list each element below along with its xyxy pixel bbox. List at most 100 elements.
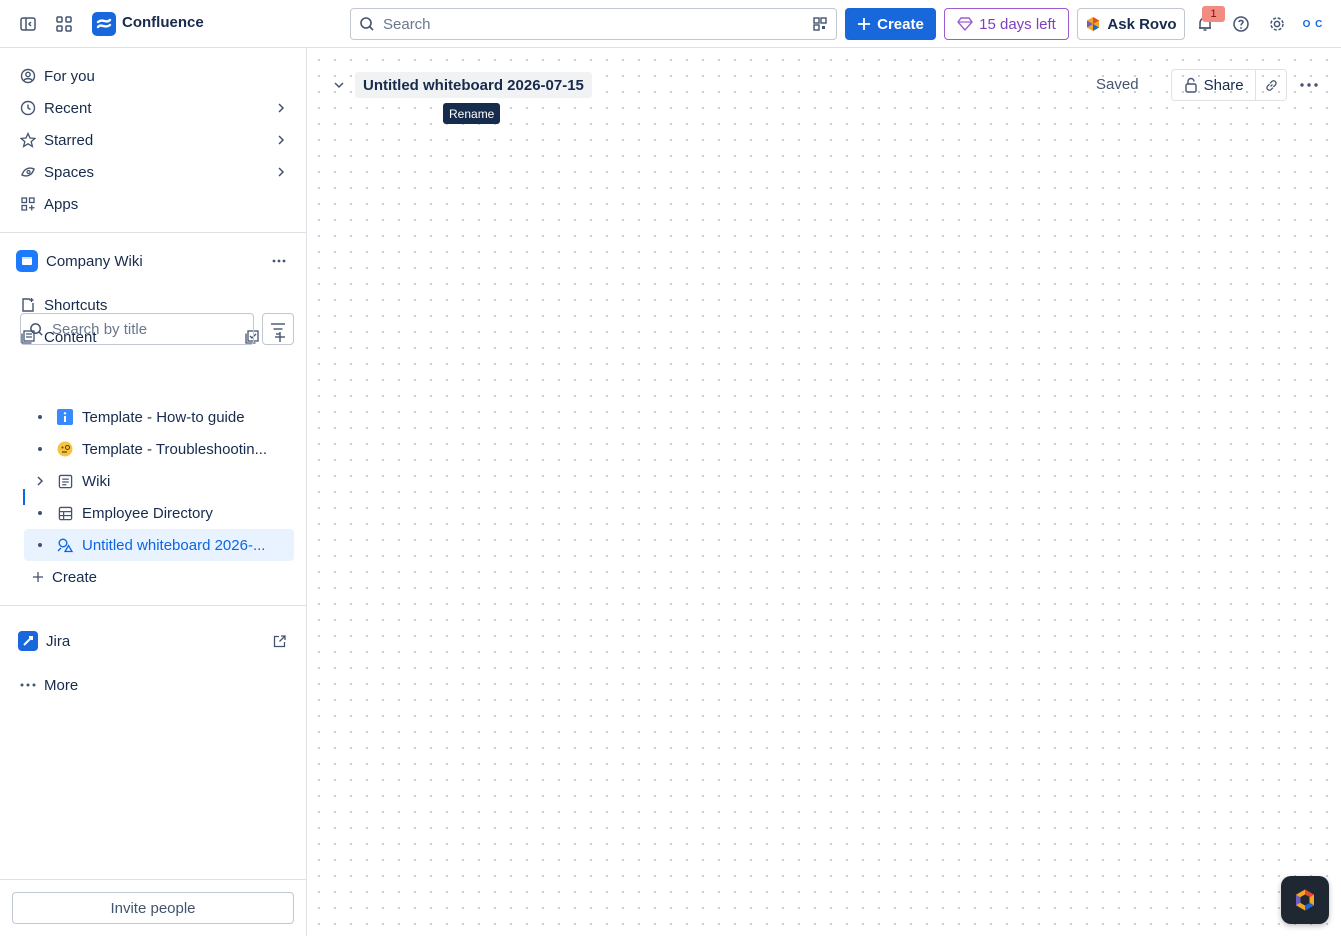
tree-item-employee-directory[interactable]: Employee Directory <box>24 497 294 529</box>
search-placeholder: Search <box>383 15 431 33</box>
sidebar-item-label: More <box>44 676 79 694</box>
tree-item-wiki[interactable]: Wiki <box>24 465 294 497</box>
share-group: Share <box>1171 69 1287 101</box>
sidebar-item-label: Recent <box>44 99 92 117</box>
bullet <box>38 543 42 547</box>
global-search-input[interactable]: Search <box>350 8 837 40</box>
chevron-right-icon[interactable] <box>276 166 286 178</box>
notification-badge: 1 <box>1202 6 1225 22</box>
sidebar-item-label: Shortcuts <box>44 296 108 314</box>
sidebar-item-more[interactable]: More <box>12 670 294 700</box>
user-circle-icon <box>20 68 36 84</box>
apps-icon <box>20 196 36 212</box>
rovo-label: Ask Rovo <box>1107 15 1177 33</box>
active-indicator <box>23 489 25 505</box>
search-icon <box>29 322 44 337</box>
star-icon <box>20 132 36 148</box>
share-label: Share <box>1203 76 1244 94</box>
sidebar-toggle-icon[interactable] <box>16 12 40 36</box>
bullet <box>38 447 42 451</box>
filter-button[interactable] <box>262 313 294 345</box>
chevron-down-icon[interactable] <box>330 76 348 94</box>
tree-item-label: Wiki <box>82 472 111 490</box>
trial-label: 15 days left <box>979 15 1056 33</box>
sidebar-item-label: Jira <box>46 632 71 650</box>
tree-item-untitled-whiteboard[interactable]: Untitled whiteboard 2026-... <box>24 529 294 561</box>
sidebar-item-for-you[interactable]: For you <box>12 61 294 91</box>
table-icon <box>56 504 74 522</box>
whiteboard-icon <box>56 536 74 554</box>
tree-item-how-to-guide[interactable]: Template - How-to guide <box>24 401 294 433</box>
trial-button[interactable]: 15 days left <box>944 8 1069 40</box>
spaces-icon <box>20 164 36 180</box>
search-by-title-placeholder: Search by title <box>52 320 148 338</box>
avatar[interactable]: O C <box>1299 12 1327 36</box>
bullet <box>38 511 42 515</box>
jira-logo-icon <box>18 631 38 651</box>
sidebar-item-recent[interactable]: Recent <box>12 93 294 123</box>
create-content-button[interactable]: Create <box>24 562 306 592</box>
plus-icon <box>32 571 44 583</box>
confluence-logo-icon[interactable] <box>92 12 116 36</box>
sidebar-divider <box>0 605 306 606</box>
bullet <box>38 415 42 419</box>
settings-gear-icon[interactable] <box>1265 12 1289 36</box>
space-icon <box>16 250 38 272</box>
shortcut-icon <box>20 297 36 313</box>
info-icon <box>56 408 74 426</box>
tree-item-label: Employee Directory <box>82 504 213 522</box>
space-name: Company Wiki <box>46 252 143 270</box>
emoji-icon <box>56 440 74 458</box>
sidebar-item-apps[interactable]: Apps <box>12 189 294 219</box>
sidebar-item-starred[interactable]: Starred <box>12 125 294 155</box>
sidebar-divider <box>0 879 306 880</box>
sidebar-item-label: Apps <box>44 195 79 213</box>
external-link-icon[interactable] <box>273 634 286 648</box>
search-by-title-input[interactable]: Search by title <box>20 313 254 345</box>
rename-tooltip: Rename <box>443 103 501 124</box>
top-navigation: Confluence Search Create 15 days left As… <box>0 0 1341 48</box>
share-button[interactable]: Share <box>1172 70 1257 100</box>
search-icon <box>359 16 375 32</box>
tree-item-label: Untitled whiteboard 2026-... <box>82 536 266 554</box>
chevron-right-icon[interactable] <box>276 134 286 146</box>
sidebar-item-label: For you <box>44 67 95 85</box>
link-icon <box>1264 78 1279 93</box>
sidebar-item-label: Spaces <box>44 163 95 181</box>
more-actions-icon[interactable] <box>1297 73 1321 97</box>
clock-icon <box>20 100 36 116</box>
create-button[interactable]: Create <box>845 8 936 40</box>
create-label: Create <box>52 568 98 586</box>
rovo-icon <box>1085 16 1101 32</box>
whiteboard-canvas[interactable] <box>307 48 1341 936</box>
sidebar-item-spaces[interactable]: Spaces <box>12 157 294 187</box>
plus-icon <box>857 17 871 31</box>
ask-rovo-button[interactable]: Ask Rovo <box>1077 8 1185 40</box>
app-name[interactable]: Confluence <box>122 14 204 31</box>
create-button-label: Create <box>877 15 924 33</box>
tree-item-troubleshooting[interactable]: Template - Troubleshootin... <box>24 433 294 465</box>
page-icon <box>56 472 74 490</box>
tree-item-label: Template - How-to guide <box>82 408 245 426</box>
rovo-icon <box>1293 887 1317 913</box>
more-horizontal-icon[interactable] <box>272 259 286 263</box>
invite-people-button[interactable]: Invite people <box>12 892 294 924</box>
lock-icon <box>1184 77 1198 93</box>
copy-link-button[interactable] <box>1256 70 1286 100</box>
sidebar-item-jira[interactable]: Jira <box>12 626 294 656</box>
diamond-icon <box>957 17 974 31</box>
help-icon[interactable] <box>1229 12 1253 36</box>
filter-icon <box>270 322 286 336</box>
rovo-chat-button[interactable] <box>1281 876 1329 924</box>
app-switcher-icon[interactable] <box>52 12 76 36</box>
chevron-right-icon[interactable] <box>276 102 286 114</box>
save-status: Saved <box>1096 76 1139 93</box>
qr-scan-icon[interactable] <box>812 16 828 32</box>
tree-item-label: Template - Troubleshootin... <box>82 440 268 458</box>
whiteboard-title[interactable]: Untitled whiteboard 2026-07-15 <box>355 72 592 98</box>
more-horizontal-icon <box>20 683 36 687</box>
sidebar-divider <box>0 232 306 233</box>
sidebar-item-label: Starred <box>44 131 94 149</box>
space-header-company-wiki[interactable]: Company Wiki <box>12 246 294 276</box>
chevron-right-icon[interactable] <box>24 475 56 487</box>
